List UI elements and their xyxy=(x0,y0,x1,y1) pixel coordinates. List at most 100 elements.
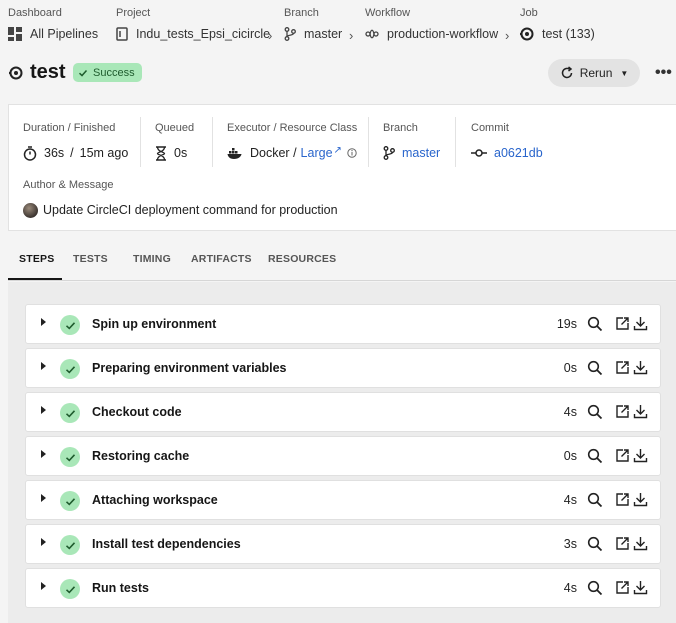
step-duration: 19s xyxy=(556,317,577,331)
breadcrumb-branch[interactable]: Branch master xyxy=(284,6,342,42)
step-duration: 0s xyxy=(563,449,577,463)
open-external-icon[interactable] xyxy=(615,492,630,512)
breadcrumb-value[interactable]: master xyxy=(304,27,342,41)
expand-caret-icon[interactable] xyxy=(41,318,46,326)
commit-icon xyxy=(471,149,487,157)
commit-link[interactable]: a0621db xyxy=(494,146,543,160)
success-check-icon xyxy=(60,447,80,467)
download-icon[interactable] xyxy=(633,536,648,556)
tab-bar: STEPS TESTS TIMING ARTIFACTS RESOURCES xyxy=(8,243,676,281)
search-icon[interactable] xyxy=(587,404,603,425)
job-icon xyxy=(520,27,534,41)
step-duration: 4s xyxy=(563,405,577,419)
step-row[interactable]: Attaching workspace 4s xyxy=(25,480,661,520)
step-duration: 4s xyxy=(563,581,577,595)
queued-block: Queued 0s xyxy=(155,122,194,162)
duration-value: 36s xyxy=(44,146,65,160)
avatar xyxy=(23,202,38,218)
download-icon[interactable] xyxy=(633,492,648,512)
info-icon[interactable] xyxy=(347,148,357,158)
duration-label: Duration / Finished xyxy=(23,122,116,134)
commit-label: Commit xyxy=(471,122,509,134)
stopwatch-icon xyxy=(23,145,37,161)
job-details-panel: Duration / Finished 36s / 15m ago Queued… xyxy=(8,104,676,231)
breadcrumb-value[interactable]: test (133) xyxy=(542,27,595,41)
download-icon[interactable] xyxy=(633,448,648,468)
rerun-button[interactable]: Rerun ▼ xyxy=(548,59,640,87)
branch-icon xyxy=(284,27,296,41)
breadcrumb-job[interactable]: Job test (133) xyxy=(520,6,595,42)
step-row[interactable]: Install test dependencies 3s xyxy=(25,524,661,564)
breadcrumb-project[interactable]: Project Indu_tests_Epsi_cicircle xyxy=(116,6,270,42)
executor-block: Executor / Resource Class Docker / Large… xyxy=(227,122,364,162)
expand-caret-icon[interactable] xyxy=(41,582,46,590)
queued-label: Queued xyxy=(155,122,195,134)
step-name: Checkout code xyxy=(92,405,182,419)
expand-caret-icon[interactable] xyxy=(41,406,46,414)
branch-label: Branch xyxy=(383,122,418,134)
open-external-icon[interactable] xyxy=(615,404,630,424)
author-label: Author & Message xyxy=(23,179,114,191)
breadcrumb-label: Branch xyxy=(284,7,319,19)
tab-artifacts[interactable]: ARTIFACTS xyxy=(191,253,252,265)
step-row[interactable]: Restoring cache 0s xyxy=(25,436,661,476)
commit-block: Commit a0621db xyxy=(471,122,543,162)
step-name: Restoring cache xyxy=(92,449,190,463)
step-row[interactable]: Run tests 4s xyxy=(25,568,661,608)
branch-link[interactable]: master xyxy=(402,146,440,160)
resource-class-link[interactable]: Large xyxy=(301,146,333,160)
breadcrumb-label: Workflow xyxy=(365,7,411,19)
search-icon[interactable] xyxy=(587,536,603,557)
search-icon[interactable] xyxy=(587,448,603,469)
tab-tests[interactable]: TESTS xyxy=(73,253,108,265)
dashboard-icon xyxy=(8,27,22,41)
status-badge: Success xyxy=(73,63,142,82)
open-external-icon[interactable] xyxy=(615,580,630,600)
chevron-right-icon: › xyxy=(349,28,354,43)
breadcrumb-value[interactable]: production-workflow xyxy=(387,27,498,41)
rerun-label: Rerun xyxy=(579,66,613,80)
workflow-icon xyxy=(365,29,379,39)
commit-message: Update CircleCI deployment command for p… xyxy=(43,203,338,217)
success-check-icon xyxy=(60,403,80,423)
open-external-icon[interactable] xyxy=(615,316,630,336)
step-row[interactable]: Preparing environment variables 0s xyxy=(25,348,661,388)
author-block: Author & Message Update CircleCI deploym… xyxy=(23,179,338,219)
search-icon[interactable] xyxy=(587,316,603,337)
open-external-icon[interactable] xyxy=(615,360,630,380)
expand-caret-icon[interactable] xyxy=(41,450,46,458)
download-icon[interactable] xyxy=(633,360,648,380)
branch-icon xyxy=(383,146,395,160)
breadcrumb-dashboard[interactable]: Dashboard All Pipelines xyxy=(8,6,98,42)
open-external-icon[interactable] xyxy=(615,448,630,468)
search-icon[interactable] xyxy=(587,492,603,513)
docker-icon xyxy=(227,147,242,159)
success-check-icon xyxy=(60,579,80,599)
tab-steps[interactable]: STEPS xyxy=(19,253,54,265)
download-icon[interactable] xyxy=(633,404,648,424)
expand-caret-icon[interactable] xyxy=(41,538,46,546)
step-name: Spin up environment xyxy=(92,317,217,331)
external-link-icon: ↗ xyxy=(333,144,342,156)
tab-timing[interactable]: TIMING xyxy=(133,253,171,265)
project-icon xyxy=(116,27,128,41)
step-row[interactable]: Spin up environment 19s xyxy=(25,304,661,344)
download-icon[interactable] xyxy=(633,580,648,600)
breadcrumb-value[interactable]: Indu_tests_Epsi_cicircle xyxy=(136,27,270,41)
breadcrumb-workflow[interactable]: Workflow production-workflow xyxy=(365,6,498,42)
step-name: Attaching workspace xyxy=(92,493,218,507)
open-external-icon[interactable] xyxy=(615,536,630,556)
step-row[interactable]: Checkout code 4s xyxy=(25,392,661,432)
search-icon[interactable] xyxy=(587,360,603,381)
status-text: Success xyxy=(93,66,135,79)
search-icon[interactable] xyxy=(587,580,603,601)
steps-list: Spin up environment 19s Preparing environm… xyxy=(8,282,676,623)
more-options-button[interactable]: ••• xyxy=(655,64,672,82)
caret-down-icon: ▼ xyxy=(620,68,629,78)
breadcrumb-value[interactable]: All Pipelines xyxy=(30,27,98,41)
tab-resources[interactable]: RESOURCES xyxy=(268,253,336,265)
download-icon[interactable] xyxy=(633,316,648,336)
duration-separator: / xyxy=(70,146,74,160)
expand-caret-icon[interactable] xyxy=(41,362,46,370)
expand-caret-icon[interactable] xyxy=(41,494,46,502)
